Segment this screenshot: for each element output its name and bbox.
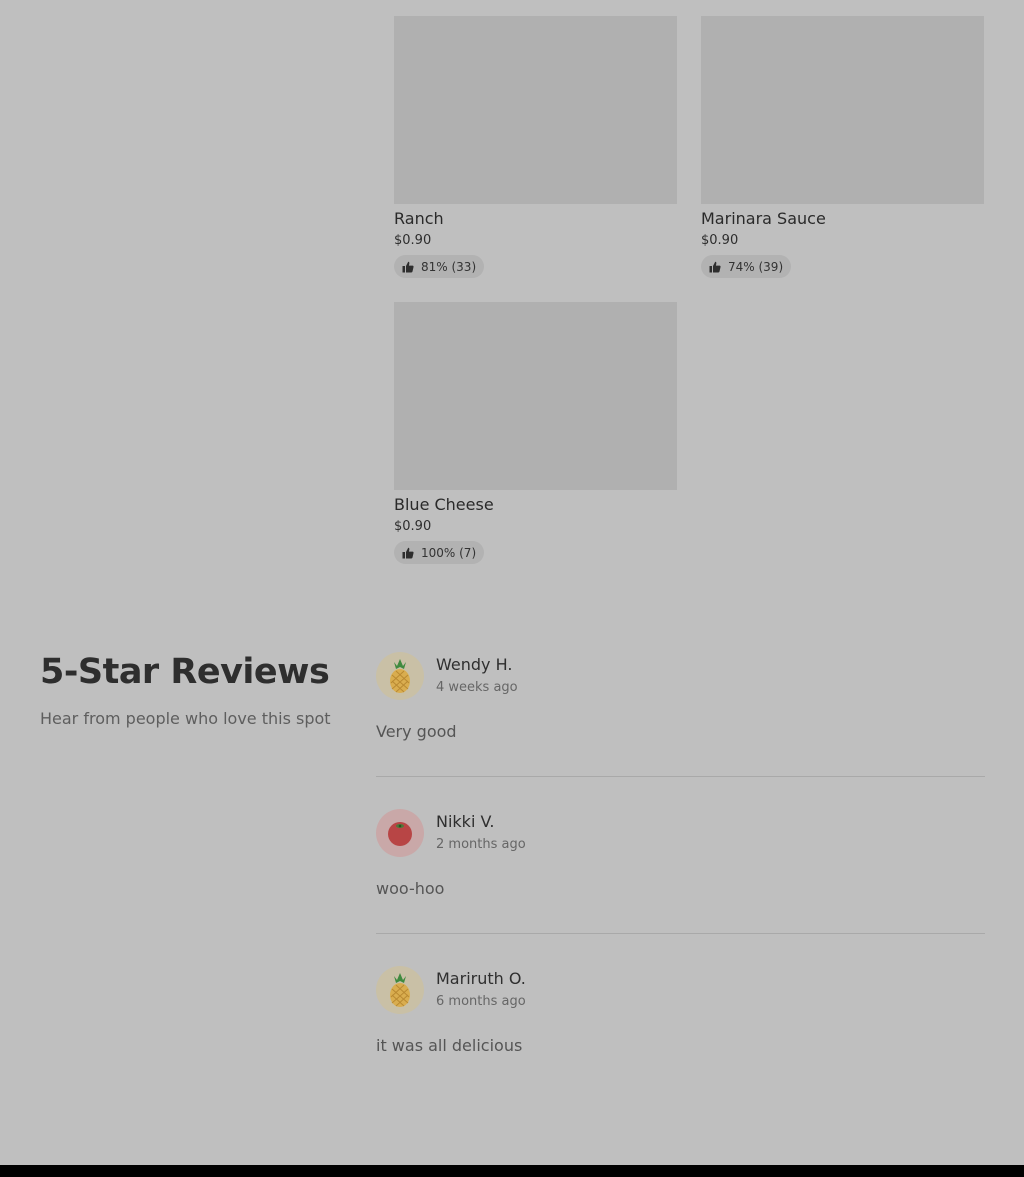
item-card-blue-cheese[interactable]: Blue Cheese $0.90 100% (7) <box>394 302 677 564</box>
item-price: $0.90 <box>701 233 739 248</box>
item-card-marinara-sauce[interactable]: Marinara Sauce $0.90 74% (39) <box>701 16 984 278</box>
rating-text: 81% (33) <box>421 259 477 274</box>
review-time: 4 weeks ago <box>436 680 518 695</box>
item-name: Marinara Sauce <box>701 209 826 228</box>
review-divider <box>376 933 985 934</box>
pineapple-icon <box>376 652 424 700</box>
item-name: Blue Cheese <box>394 495 494 514</box>
rating-badge: 100% (7) <box>394 541 485 564</box>
reviews-section-subtitle: Hear from people who love this spot <box>40 709 331 728</box>
thumbs-up-icon <box>402 547 414 558</box>
item-image[interactable] <box>394 16 677 204</box>
reviews-section-title: 5-Star Reviews <box>40 652 330 692</box>
item-name: Ranch <box>394 209 444 228</box>
rating-text: 100% (7) <box>421 545 477 560</box>
thumbs-up-icon <box>709 261 721 272</box>
item-price: $0.90 <box>394 233 432 248</box>
review-text: it was all delicious <box>376 1036 523 1055</box>
review-time: 6 months ago <box>436 994 526 1009</box>
reviewer-name: Nikki V. <box>436 812 495 831</box>
item-image[interactable] <box>394 302 677 490</box>
rating-text: 74% (39) <box>728 259 784 274</box>
thumbs-up-icon <box>402 261 414 272</box>
review-text: Very good <box>376 722 457 741</box>
item-image[interactable] <box>701 16 984 204</box>
rating-badge: 74% (39) <box>701 255 792 278</box>
rating-badge: 81% (33) <box>394 255 485 278</box>
item-price: $0.90 <box>394 519 432 534</box>
pineapple-icon <box>376 966 424 1014</box>
reviewer-name: Mariruth O. <box>436 969 526 988</box>
reviewer-name: Wendy H. <box>436 655 513 674</box>
footer-bar <box>0 1165 1024 1177</box>
review-divider <box>376 776 985 777</box>
item-card-ranch[interactable]: Ranch $0.90 81% (33) <box>394 16 677 278</box>
review-text: woo-hoo <box>376 879 445 898</box>
review-time: 2 months ago <box>436 837 526 852</box>
tomato-icon <box>376 809 424 857</box>
